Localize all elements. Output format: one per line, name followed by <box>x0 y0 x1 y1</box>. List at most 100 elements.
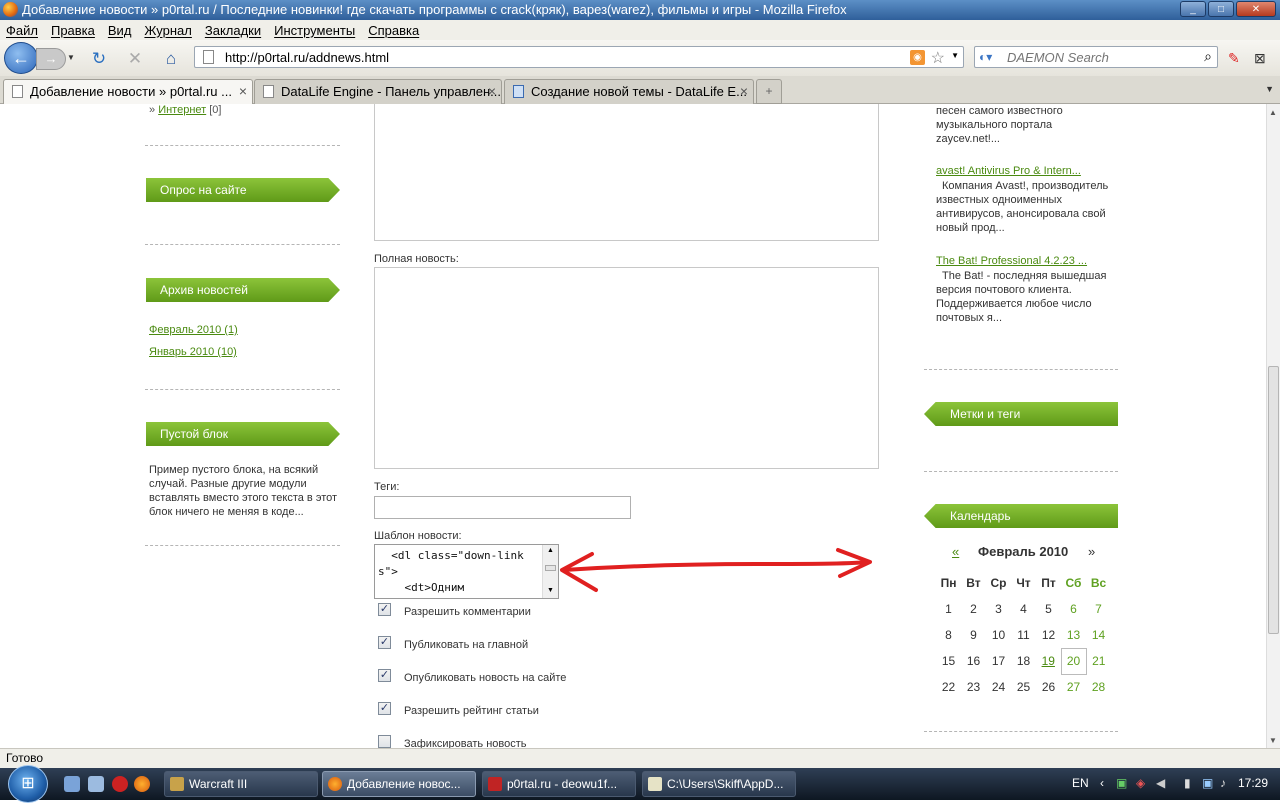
volume-icon[interactable]: ◀ <box>1156 776 1165 790</box>
menu-tools[interactable]: Инструменты <box>274 23 355 38</box>
tags-input[interactable] <box>374 496 631 519</box>
device-icon[interactable]: ▣ <box>1202 776 1213 790</box>
status-bar: Готово <box>0 748 1280 768</box>
history-dropdown-icon[interactable]: ▼ <box>67 53 75 62</box>
allow-rating-checkbox[interactable]: ✓ <box>378 702 391 715</box>
publish-site-checkbox[interactable]: ✓ <box>378 669 391 682</box>
publish-main-checkbox[interactable]: ✓ <box>378 636 391 649</box>
addon2-icon[interactable]: ⊠ <box>1254 50 1266 67</box>
empty-block-text: Пример пустого блока, на всякий случай. … <box>149 464 338 518</box>
category-link[interactable]: Интернет <box>158 104 206 116</box>
close-window-button[interactable]: ✕ <box>1236 1 1276 17</box>
template-textarea[interactable]: <dl class="down-links"> <dt>Одним ▲ ▼ <box>374 544 559 599</box>
opera-icon[interactable] <box>112 776 128 792</box>
menu-view[interactable]: Вид <box>108 23 132 38</box>
divider <box>924 731 1118 732</box>
task-filezilla[interactable]: p0rtal.ru - deowu1f... <box>482 771 636 797</box>
task-notepad[interactable]: C:\Users\Skiff\AppD... <box>642 771 796 797</box>
clock[interactable]: 17:29 <box>1238 776 1268 790</box>
menu-help[interactable]: Справка <box>368 23 419 38</box>
calendar-day: 1 <box>945 602 952 616</box>
filezilla-icon <box>488 777 502 791</box>
full-news-textarea[interactable] <box>374 267 879 469</box>
tab-datalife-panel[interactable]: DataLife Engine - Панель управлен... × <box>254 79 502 104</box>
show-desktop-icon[interactable] <box>64 776 80 792</box>
reload-icon[interactable]: ↻ <box>88 48 110 70</box>
sound-icon[interactable]: ♪ <box>1220 776 1226 790</box>
archive-link-jan[interactable]: Январь 2010 (10) <box>149 346 237 358</box>
search-input[interactable] <box>1007 49 1187 65</box>
rss-icon[interactable]: ◉ <box>910 50 925 65</box>
tab-create-theme[interactable]: Создание новой темы - DataLife E... × <box>504 79 754 104</box>
tab-add-news[interactable]: Добавление новости » p0rtal.ru ... × <box>3 79 253 105</box>
menu-bookmarks[interactable]: Закладки <box>205 23 261 38</box>
news-link-avast[interactable]: avast! Antivirus Pro & Intern... <box>936 165 1081 177</box>
battery-icon[interactable]: ▮ <box>1184 776 1191 790</box>
new-tab-button[interactable]: + <box>756 79 782 104</box>
close-tab-icon[interactable]: × <box>488 80 496 103</box>
page-icon <box>203 50 214 64</box>
calendar-day: 11 <box>1017 628 1030 642</box>
page-scrollbar[interactable]: ▲ ▼ <box>1266 104 1280 748</box>
addon-icon[interactable]: ✎ <box>1228 50 1240 67</box>
search-icon[interactable]: ⌕ <box>1204 48 1212 65</box>
menu-history[interactable]: Журнал <box>144 23 191 38</box>
scroll-thumb[interactable] <box>1268 366 1279 634</box>
search-engine-icon[interactable]: ◐▾ <box>979 50 992 64</box>
address-bar[interactable]: http://p0rtal.ru/addnews.html ◉ ☆ ▼ <box>194 46 964 68</box>
home-icon[interactable]: ⌂ <box>160 48 182 70</box>
divider <box>924 369 1118 370</box>
security-icon[interactable]: ◈ <box>1136 776 1145 790</box>
weekday-tue: Вт <box>966 576 981 590</box>
archive-link-feb[interactable]: Февраль 2010 (1) <box>149 324 238 336</box>
allow-rating-label: Разрешить рейтинг статьи <box>404 705 539 717</box>
firefox-icon[interactable] <box>134 776 150 792</box>
menu-file[interactable]: Файл <box>6 23 38 38</box>
calendar-grid: Пн Вт Ср Чт Пт Сб Вс 1 2 3 4 5 6 7 8 9 1… <box>936 570 1111 700</box>
language-indicator[interactable]: EN <box>1072 776 1089 790</box>
scroll-thumb[interactable] <box>545 565 556 571</box>
allow-comments-checkbox[interactable]: ✓ <box>378 603 391 616</box>
calendar-prev[interactable]: « <box>952 544 959 559</box>
start-button[interactable]: ⊞ <box>8 765 48 803</box>
network-icon[interactable]: ▣ <box>1116 776 1127 790</box>
switch-windows-icon[interactable] <box>88 776 104 792</box>
calendar-day: 14 <box>1091 628 1106 642</box>
notepad-icon <box>648 777 662 791</box>
url-text[interactable]: http://p0rtal.ru/addnews.html <box>225 50 389 65</box>
publish-site-label: Опубликовать новость на сайте <box>404 672 567 684</box>
search-bar[interactable]: ◐▾ ⌕ <box>974 46 1218 68</box>
calendar-day: 18 <box>1016 654 1031 668</box>
task-firefox[interactable]: Добавление новос... <box>322 771 476 797</box>
short-news-textarea[interactable] <box>374 104 879 241</box>
bookmark-star-icon[interactable]: ☆ <box>931 48 945 68</box>
scroll-up-icon[interactable]: ▲ <box>1269 108 1277 117</box>
scroll-up-icon[interactable]: ▲ <box>547 547 554 554</box>
calendar-next[interactable]: » <box>1088 544 1095 559</box>
tab-list-icon[interactable]: ▼ <box>1265 84 1274 94</box>
scroll-down-icon[interactable]: ▼ <box>1269 736 1277 745</box>
calendar-day: 22 <box>941 680 956 694</box>
pin-news-checkbox[interactable] <box>378 735 391 748</box>
close-tab-icon[interactable]: × <box>740 80 748 103</box>
back-button[interactable]: ← <box>4 42 38 74</box>
url-dropdown-icon[interactable]: ▼ <box>951 51 959 60</box>
maximize-button[interactable]: □ <box>1208 1 1234 17</box>
task-warcraft[interactable]: Warcraft III <box>164 771 318 797</box>
stop-icon[interactable]: ✕ <box>124 48 146 70</box>
minimize-button[interactable]: _ <box>1180 1 1206 17</box>
menu-edit[interactable]: Правка <box>51 23 95 38</box>
close-tab-icon[interactable]: × <box>239 80 247 103</box>
calendar-month: Февраль 2010 <box>978 544 1069 559</box>
news-link-thebat[interactable]: The Bat! Professional 4.2.23 ... <box>936 255 1087 267</box>
scroll-down-icon[interactable]: ▼ <box>547 587 554 594</box>
tray-expand-icon[interactable]: ‹ <box>1100 776 1104 790</box>
category-item: » Интернет [0] <box>149 104 221 116</box>
divider <box>145 545 340 546</box>
calendar-day-linked[interactable]: 19 <box>1036 648 1061 674</box>
page-content: » Интернет [0] Опрос на сайте Архив ново… <box>0 104 1266 748</box>
template-code[interactable]: <dl class="down-links"> <dt>Одним <box>378 548 538 596</box>
forward-button[interactable]: → <box>36 48 66 70</box>
tab-bar: Добавление новости » p0rtal.ru ... × Dat… <box>0 76 1280 105</box>
tab-label: Создание новой темы - DataLife E... <box>531 84 747 99</box>
